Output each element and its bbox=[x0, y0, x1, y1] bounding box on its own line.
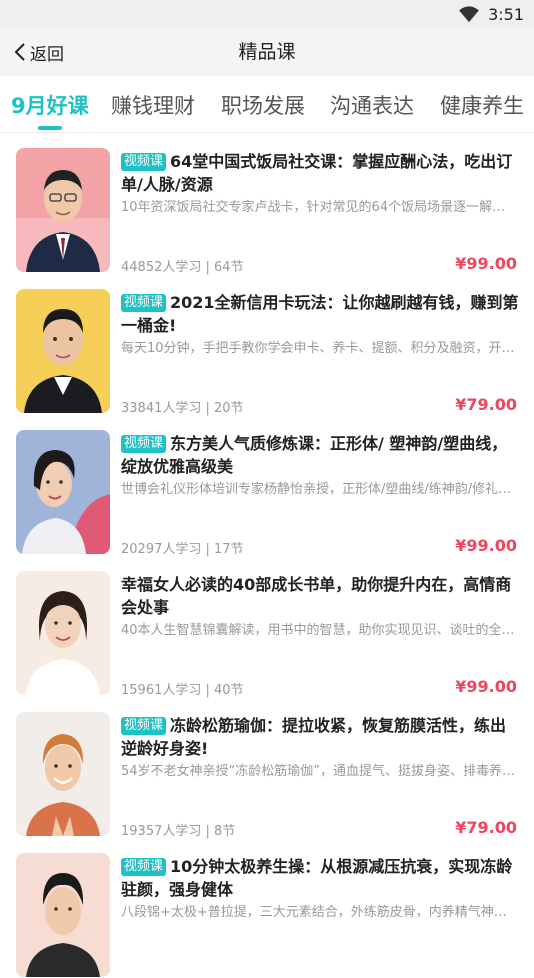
course-title: 视频课 2021全新信用卡玩法：让你越刷越有钱，赚到第一桶金! bbox=[121, 291, 519, 337]
teacher-portrait-image bbox=[16, 148, 110, 272]
course-thumbnail bbox=[16, 430, 110, 554]
tab-finance[interactable]: 赚钱理财 bbox=[111, 90, 195, 120]
course-item[interactable]: 视频课 冻龄松筋瑜伽：提拉收紧，恢复筋膜活性，练出逆龄好身姿! 54岁不老女神亲授… bbox=[0, 696, 534, 839]
course-thumbnail bbox=[16, 853, 110, 977]
course-price: ¥79.00 bbox=[455, 395, 517, 414]
video-course-tag: 视频课 bbox=[121, 294, 167, 312]
course-title: 视频课 64堂中国式饭局社交课：掌握应酬心法，吃出订单/人脉/资源 bbox=[121, 150, 519, 196]
course-title: 幸福女人必读的40部成长书单，助你提升内在，高情商会处事 bbox=[121, 573, 519, 619]
course-item[interactable]: 视频课 2021全新信用卡玩法：让你越刷越有钱，赚到第一桶金! 每天10分钟，手把… bbox=[0, 273, 534, 416]
tab-career[interactable]: 职场发展 bbox=[221, 90, 305, 120]
course-description: 40本人生智慧锦囊解读，用书中的智慧，助你实现见识、谈吐的全… bbox=[121, 623, 515, 638]
course-title: 视频课 东方美人气质修炼课：正形体/ 塑神韵/塑曲线，绽放优雅高级美 bbox=[121, 432, 519, 478]
video-course-tag: 视频课 bbox=[121, 858, 167, 876]
course-price: ¥79.00 bbox=[455, 818, 517, 837]
teacher-portrait-image bbox=[16, 712, 110, 836]
course-title-text: 10分钟太极养生操：从根源减压抗衰，实现冻龄驻颜，强身健体 bbox=[121, 857, 513, 899]
teacher-portrait-image bbox=[16, 571, 110, 695]
course-price: ¥99.00 bbox=[455, 536, 517, 555]
tab-september[interactable]: 9月好课 bbox=[11, 90, 89, 120]
course-title: 视频课 冻龄松筋瑜伽：提拉收紧，恢复筋膜活性，练出逆龄好身姿! bbox=[121, 714, 519, 760]
tab-health[interactable]: 健康养生 bbox=[440, 90, 524, 120]
course-thumbnail bbox=[16, 571, 110, 695]
tab-communication[interactable]: 沟通表达 bbox=[330, 90, 414, 120]
course-description: 54岁不老女神亲授“冻龄松筋瑜伽”，通血提气、挺拔身姿、排毒养… bbox=[121, 764, 516, 779]
title-bar: 返回 精品课 bbox=[0, 28, 534, 76]
status-bar: 3:51 bbox=[0, 0, 534, 28]
tab-indicator bbox=[38, 126, 62, 130]
course-item[interactable]: 幸福女人必读的40部成长书单，助你提升内在，高情商会处事 40本人生智慧锦囊解读… bbox=[0, 555, 534, 698]
course-title-text: 幸福女人必读的40部成长书单，助你提升内在，高情商会处事 bbox=[121, 575, 512, 617]
course-thumbnail bbox=[16, 712, 110, 836]
course-description: 八段锦+太极+普拉提，三大元素结合，外练筋皮骨，内养精气神，… bbox=[121, 905, 517, 920]
course-item[interactable]: 视频课 10分钟太极养生操：从根源减压抗衰，实现冻龄驻颜，强身健体 八段锦+太极+… bbox=[0, 837, 534, 978]
course-item[interactable]: 视频课 东方美人气质修炼课：正形体/ 塑神韵/塑曲线，绽放优雅高级美 世博会礼仪形… bbox=[0, 414, 534, 557]
course-title-text: 64堂中国式饭局社交课：掌握应酬心法，吃出订单/人脉/资源 bbox=[121, 152, 513, 194]
wifi-icon bbox=[459, 6, 479, 23]
course-description: 10年资深饭局社交专家卢战卡，针对常见的64个饭局场景逐一解答… bbox=[121, 200, 517, 215]
teacher-portrait-image bbox=[16, 853, 110, 977]
course-item[interactable]: 视频课 64堂中国式饭局社交课：掌握应酬心法，吃出订单/人脉/资源 10年资深饭局… bbox=[0, 132, 534, 275]
course-title-text: 东方美人气质修炼课：正形体/ 塑神韵/塑曲线，绽放优雅高级美 bbox=[121, 434, 508, 476]
category-tabs: 9月好课 赚钱理财 职场发展 沟通表达 健康养生 bbox=[0, 76, 534, 133]
page-title: 精品课 bbox=[238, 41, 296, 63]
course-thumbnail bbox=[16, 289, 110, 413]
course-title-text: 2021全新信用卡玩法：让你越刷越有钱，赚到第一桶金! bbox=[121, 293, 519, 335]
course-description: 每天10分钟，手把手教你学会申卡、养卡、提额、积分及融资，开… bbox=[121, 341, 515, 356]
status-icons: 3:51 bbox=[458, 3, 524, 25]
video-course-tag: 视频课 bbox=[121, 153, 167, 171]
course-price: ¥99.00 bbox=[455, 254, 517, 273]
video-course-tag: 视频课 bbox=[121, 435, 167, 453]
video-course-tag: 视频课 bbox=[121, 717, 167, 735]
course-description: 世博会礼仪形体培训专家杨静怡亲授，正形体/塑曲线/练神韵/修礼… bbox=[121, 482, 512, 497]
teacher-portrait-image bbox=[16, 430, 110, 554]
course-title: 视频课 10分钟太极养生操：从根源减压抗衰，实现冻龄驻颜，强身健体 bbox=[121, 855, 519, 901]
status-time: 3:51 bbox=[488, 4, 524, 24]
course-title-text: 冻龄松筋瑜伽：提拉收紧，恢复筋膜活性，练出逆龄好身姿! bbox=[121, 716, 507, 758]
teacher-portrait-image bbox=[16, 289, 110, 413]
course-price: ¥99.00 bbox=[455, 677, 517, 696]
course-thumbnail bbox=[16, 148, 110, 272]
